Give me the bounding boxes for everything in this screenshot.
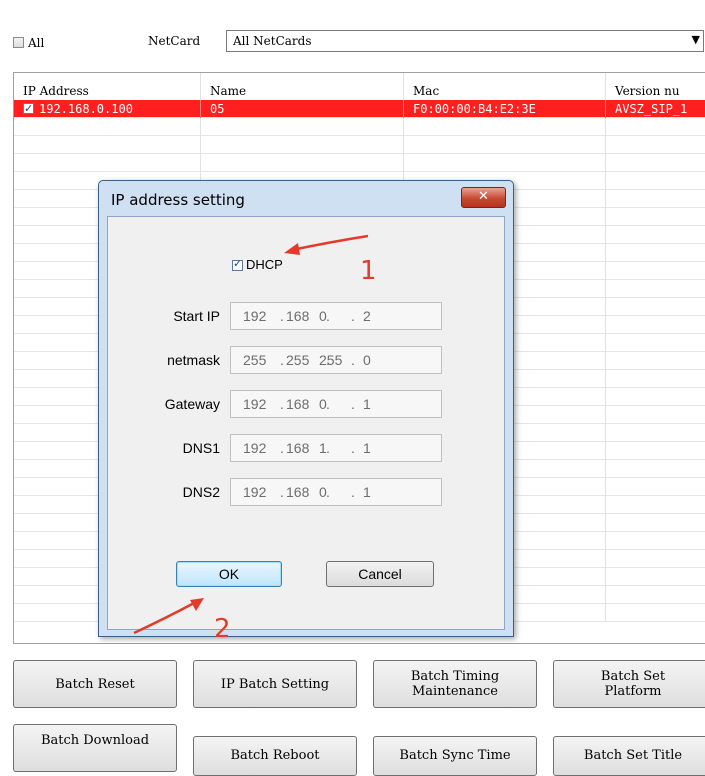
annotation-step-1: 1 — [360, 256, 377, 286]
annotation-step-2: 2 — [214, 614, 231, 644]
annotation-layer — [133, 234, 369, 635]
arrow-1-icon — [284, 234, 369, 255]
arrow-2-icon — [133, 598, 204, 635]
